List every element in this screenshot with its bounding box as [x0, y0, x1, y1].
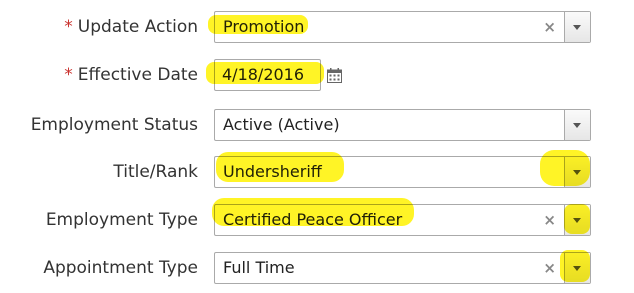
clear-icon[interactable]: × — [543, 205, 556, 235]
required-marker: * — [64, 17, 73, 37]
appointment-type-row: Appointment Type Full Time × — [0, 248, 634, 288]
employment-type-label: Employment Type — [45, 210, 198, 230]
calendar-icon[interactable] — [327, 68, 342, 83]
clear-icon[interactable]: × — [543, 253, 556, 283]
appointment-type-value: Full Time — [223, 258, 295, 277]
clear-icon[interactable]: × — [543, 12, 556, 42]
dropdown-arrow-button[interactable] — [564, 12, 590, 42]
highlight-mark — [216, 152, 344, 182]
title-rank-label: Title/Rank — [113, 162, 198, 182]
highlight-mark — [212, 198, 414, 226]
employment-status-value: Active (Active) — [223, 115, 340, 134]
highlight-mark — [564, 204, 590, 234]
chevron-down-icon — [573, 123, 581, 128]
effective-date-label: * Effective Date — [64, 65, 198, 85]
dropdown-arrow-button[interactable] — [564, 110, 590, 140]
appointment-type-label: Appointment Type — [43, 258, 198, 278]
employment-status-row: Employment Status Active (Active) — [0, 105, 634, 145]
chevron-down-icon — [573, 25, 581, 30]
employee-update-form: *Update Action Promotion × *Effective Da… — [0, 0, 634, 293]
required-marker: * — [64, 65, 73, 85]
highlight-mark — [540, 150, 590, 186]
update-action-row: *Update Action Promotion × — [0, 7, 634, 47]
appointment-type-select[interactable]: Full Time × — [214, 252, 591, 284]
highlight-mark — [560, 250, 590, 282]
employment-status-select[interactable]: Active (Active) — [214, 109, 591, 141]
employment-status-label: Employment Status — [30, 115, 198, 135]
highlight-mark — [208, 15, 308, 34]
highlight-mark — [206, 62, 324, 84]
update-action-label: * Update Action — [64, 17, 198, 37]
